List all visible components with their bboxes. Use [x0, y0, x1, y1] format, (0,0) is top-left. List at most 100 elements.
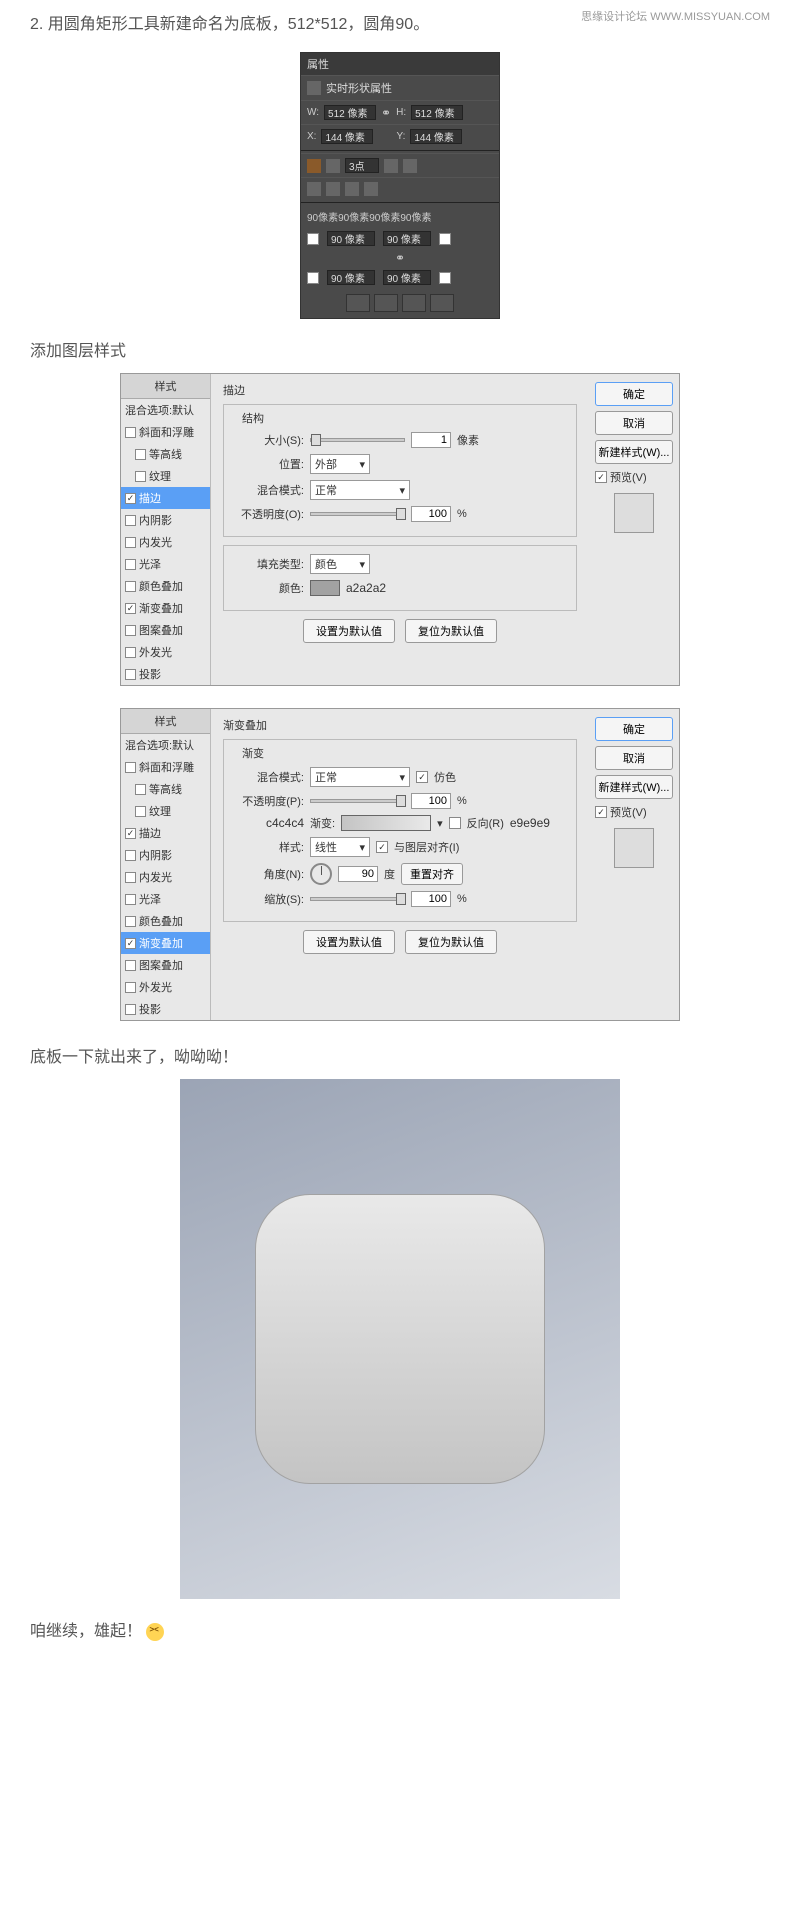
reset-default-button[interactable]: 复位为默认值	[405, 619, 497, 643]
panel-btn-3[interactable]	[402, 294, 426, 312]
y-label: Y:	[396, 131, 405, 142]
link-wh-icon[interactable]: ⚭	[381, 106, 391, 120]
reset-align-button[interactable]: 重置对齐	[401, 863, 463, 885]
bevel-item[interactable]: 斜面和浮雕	[121, 421, 210, 443]
align3-icon[interactable]	[345, 182, 359, 196]
opacity-slider[interactable]	[310, 512, 405, 516]
properties-title: 属性	[307, 56, 329, 72]
satin-item-2[interactable]: 光泽	[121, 888, 210, 910]
height-input[interactable]	[411, 105, 463, 120]
scale-slider[interactable]	[310, 897, 405, 901]
drop-shadow-item[interactable]: 投影	[121, 663, 210, 685]
align2-icon[interactable]	[326, 182, 340, 196]
corner-bl-link[interactable]	[307, 272, 319, 284]
grad-opacity-slider[interactable]	[310, 799, 405, 803]
corner-tr-link[interactable]	[439, 233, 451, 245]
gradient-swatch[interactable]	[341, 815, 431, 831]
height-label: H:	[396, 107, 406, 118]
continue-caption: 咱继续，雄起！	[30, 1617, 770, 1641]
texture-item-2[interactable]: 纹理	[121, 800, 210, 822]
grad-blend-select[interactable]: 正常	[310, 767, 410, 787]
corner-tr-input[interactable]	[383, 231, 431, 246]
gradient-overlay-item[interactable]: 渐变叠加	[121, 597, 210, 619]
dither-checkbox[interactable]	[416, 771, 428, 783]
color-overlay-item[interactable]: 颜色叠加	[121, 575, 210, 597]
panel-btn-1[interactable]	[346, 294, 370, 312]
size-slider[interactable]	[310, 438, 405, 442]
ok-button[interactable]: 确定	[595, 382, 673, 406]
position-select[interactable]: 外部	[310, 454, 370, 474]
stroke-item-2[interactable]: 描边	[121, 822, 210, 844]
align1-icon[interactable]	[307, 182, 321, 196]
ok-button-2[interactable]: 确定	[595, 717, 673, 741]
corner-br-input[interactable]	[383, 270, 431, 285]
make-default-button[interactable]: 设置为默认值	[303, 619, 395, 643]
pattern-overlay-item-2[interactable]: 图案叠加	[121, 954, 210, 976]
preview-checkbox[interactable]	[595, 471, 607, 483]
bevel-item-2[interactable]: 斜面和浮雕	[121, 756, 210, 778]
corner-tl-link[interactable]	[307, 233, 319, 245]
texture-item[interactable]: 纹理	[121, 465, 210, 487]
stroke-color-swatch[interactable]	[310, 580, 340, 596]
preview-label-2: 预览(V)	[610, 804, 647, 820]
panel-btn-2[interactable]	[374, 294, 398, 312]
layer-style-dialog-gradient: 样式 混合选项:默认 斜面和浮雕 等高线 纹理 描边 内阴影 内发光 光泽 颜色…	[120, 708, 680, 1021]
x-input[interactable]	[321, 129, 373, 144]
y-input[interactable]	[410, 129, 462, 144]
blending-options-item-2[interactable]: 混合选项:默认	[121, 734, 210, 756]
opacity-input[interactable]	[411, 506, 451, 522]
fill-color-icon[interactable]	[307, 159, 321, 173]
drop-shadow-item-2[interactable]: 投影	[121, 998, 210, 1020]
blend-select[interactable]: 正常	[310, 480, 410, 500]
outer-glow-item-2[interactable]: 外发光	[121, 976, 210, 998]
fill-type-label: 填充类型:	[234, 556, 304, 572]
scale-input[interactable]	[411, 891, 451, 907]
contour-item[interactable]: 等高线	[121, 443, 210, 465]
panel-btn-4[interactable]	[430, 294, 454, 312]
angle-unit: 度	[384, 866, 395, 882]
corner-bl-input[interactable]	[327, 270, 375, 285]
reset-default-button-2[interactable]: 复位为默认值	[405, 930, 497, 954]
contour-item-2[interactable]: 等高线	[121, 778, 210, 800]
corner-link-icon[interactable]: ⚭	[395, 251, 405, 265]
satin-item[interactable]: 光泽	[121, 553, 210, 575]
pattern-overlay-item[interactable]: 图案叠加	[121, 619, 210, 641]
reverse-checkbox[interactable]	[449, 817, 461, 829]
new-style-button-2[interactable]: 新建样式(W)...	[595, 775, 673, 799]
grad-opacity-input[interactable]	[411, 793, 451, 809]
style-list-header: 样式	[121, 374, 210, 399]
inner-shadow-item[interactable]: 内阴影	[121, 509, 210, 531]
cancel-button-2[interactable]: 取消	[595, 746, 673, 770]
preview-checkbox-2[interactable]	[595, 806, 607, 818]
stroke-options-icon[interactable]	[403, 159, 417, 173]
grad-style-select[interactable]: 线性	[310, 837, 370, 857]
size-input[interactable]	[411, 432, 451, 448]
corner-br-link[interactable]	[439, 272, 451, 284]
inner-shadow-item-2[interactable]: 内阴影	[121, 844, 210, 866]
color-overlay-item-2[interactable]: 颜色叠加	[121, 910, 210, 932]
scale-label: 缩放(S):	[234, 891, 304, 907]
stroke-style-icon[interactable]	[384, 159, 398, 173]
inner-glow-item-2[interactable]: 内发光	[121, 866, 210, 888]
angle-dial[interactable]	[310, 863, 332, 885]
angle-input[interactable]	[338, 866, 378, 882]
blending-options-item[interactable]: 混合选项:默认	[121, 399, 210, 421]
stroke-width-input[interactable]	[345, 158, 379, 173]
fill-type-select[interactable]: 颜色	[310, 554, 370, 574]
style-list: 样式 混合选项:默认 斜面和浮雕 等高线 纹理 描边 内阴影 内发光 光泽 颜色…	[121, 374, 211, 685]
preview-label: 预览(V)	[610, 469, 647, 485]
make-default-button-2[interactable]: 设置为默认值	[303, 930, 395, 954]
new-style-button[interactable]: 新建样式(W)...	[595, 440, 673, 464]
stroke-item[interactable]: 描边	[121, 487, 210, 509]
corner-tl-input[interactable]	[327, 231, 375, 246]
gradient-overlay-item-2[interactable]: 渐变叠加	[121, 932, 210, 954]
shape-icon	[307, 81, 321, 95]
cancel-button[interactable]: 取消	[595, 411, 673, 435]
inner-glow-item[interactable]: 内发光	[121, 531, 210, 553]
width-input[interactable]	[324, 105, 376, 120]
stroke-icon[interactable]	[326, 159, 340, 173]
gradient-title: 渐变叠加	[223, 717, 577, 733]
outer-glow-item[interactable]: 外发光	[121, 641, 210, 663]
align4-icon[interactable]	[364, 182, 378, 196]
align-layer-checkbox[interactable]	[376, 841, 388, 853]
